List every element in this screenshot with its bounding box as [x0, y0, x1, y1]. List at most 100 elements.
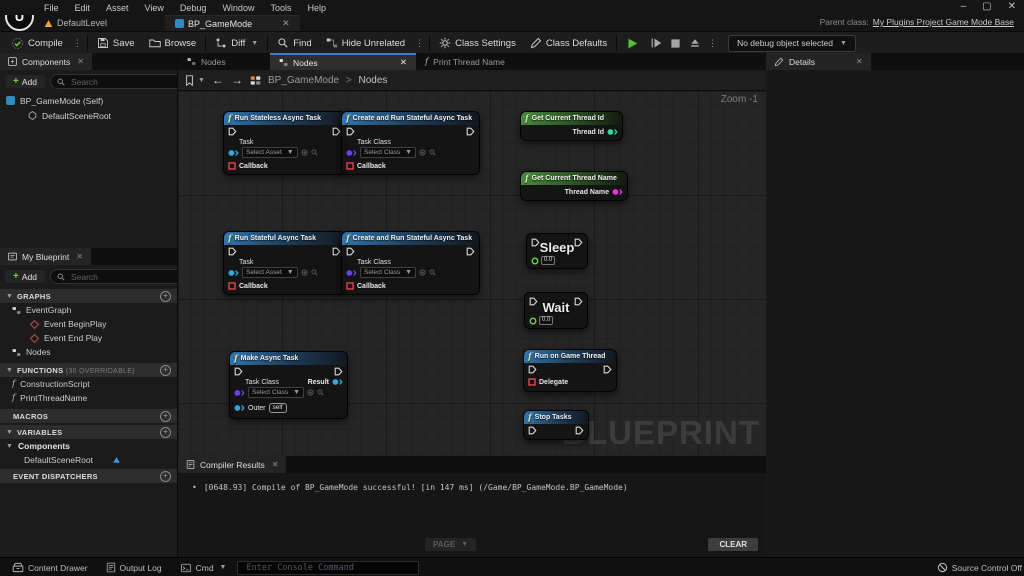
class-pin[interactable]	[346, 269, 357, 277]
object-pin[interactable]	[228, 149, 239, 157]
item-construction-script[interactable]: f ConstructionScript	[0, 377, 177, 391]
details-tab[interactable]: Details ✕	[766, 53, 871, 70]
graph-canvas[interactable]: Zoom -1 BLUEPRINT fRun Stateless Async T…	[178, 91, 766, 456]
compiler-message-row[interactable]: • [0648.93] Compile of BP_GameMode succe…	[192, 483, 628, 492]
doc-tab-nodes-2[interactable]: Nodes ✕	[270, 53, 416, 70]
frame-skip-button[interactable]	[646, 32, 666, 54]
float-pin[interactable]	[531, 257, 539, 265]
node-get-current-thread-name[interactable]: fGet Current Thread Name Thread Name	[520, 171, 628, 201]
diff-button[interactable]: Diff ▼	[208, 32, 265, 54]
components-tab[interactable]: Components ✕	[0, 53, 92, 70]
exec-in-pin[interactable]	[346, 127, 355, 136]
find-button[interactable]: Find	[270, 32, 318, 54]
hide-unrelated-options-icon[interactable]: ⋮	[412, 38, 427, 49]
use-selected-icon[interactable]	[307, 389, 314, 396]
exec-in-pin[interactable]	[228, 127, 237, 136]
outer-self-value[interactable]: self	[269, 403, 287, 413]
exec-in-pin[interactable]	[228, 247, 237, 256]
node-stop-tasks[interactable]: fStop Tasks	[523, 410, 589, 440]
source-control-button[interactable]: Source Control Off	[930, 558, 1024, 576]
add-event-dispatcher-icon[interactable]: +	[160, 471, 171, 482]
browse-asset-icon[interactable]	[311, 149, 318, 156]
console-command-input[interactable]	[244, 562, 412, 574]
exec-out-pin[interactable]	[603, 365, 612, 374]
select-class-dropdown[interactable]: Select Class▼	[360, 147, 416, 158]
add-component-button[interactable]: + Add	[5, 75, 45, 88]
functions-section-header[interactable]: ▼ FUNCTIONS (30 OVERRIDABLE) +	[0, 363, 177, 377]
node-wait[interactable]: Wait 0.0	[524, 292, 588, 329]
duration-value[interactable]: 0.0	[541, 256, 555, 265]
event-dispatchers-section-header[interactable]: EVENT DISPATCHERS +	[0, 469, 177, 483]
page-button[interactable]: PAGE ▼	[425, 538, 476, 551]
class-pin[interactable]	[346, 149, 357, 157]
forward-arrow-icon[interactable]: →	[231, 73, 243, 87]
class-pin[interactable]	[234, 389, 245, 397]
use-selected-icon[interactable]	[419, 149, 426, 156]
int-pin[interactable]	[607, 128, 618, 136]
exec-out-pin[interactable]	[332, 127, 341, 136]
duration-value[interactable]: 0.0	[539, 316, 553, 325]
components-search-input[interactable]	[69, 76, 184, 88]
exec-out-pin[interactable]	[332, 247, 341, 256]
exec-out-pin[interactable]	[574, 238, 583, 247]
menu-tools[interactable]: Tools	[270, 3, 291, 13]
cmd-button[interactable]: Cmd ▼	[173, 558, 234, 576]
tab-bp-gamemode[interactable]: BP_GameMode ✕	[165, 15, 300, 31]
doc-tab-print-thread-name[interactable]: f Print Thread Name	[416, 53, 514, 70]
graphs-section-header[interactable]: ▼ GRAPHS +	[0, 289, 177, 303]
object-pin[interactable]	[234, 404, 245, 412]
variables-section-header[interactable]: ▼ VARIABLES +	[0, 425, 177, 439]
tab-defaultlevel[interactable]: DefaultLevel	[34, 15, 117, 31]
menu-window[interactable]: Window	[222, 3, 254, 13]
my-blueprint-search-input[interactable]	[69, 271, 184, 283]
delegate-pin[interactable]	[228, 162, 236, 170]
my-blueprint-tab[interactable]: My Blueprint ✕	[0, 248, 91, 265]
close-icon[interactable]: ✕	[1008, 1, 1016, 12]
console-command-box[interactable]	[237, 561, 419, 575]
select-class-dropdown[interactable]: Select Class▼	[248, 387, 304, 398]
delegate-pin[interactable]	[346, 282, 354, 290]
exec-in-pin[interactable]	[531, 238, 540, 247]
menu-debug[interactable]: Debug	[180, 3, 207, 13]
close-icon[interactable]: ✕	[77, 57, 84, 66]
component-row-scene-root[interactable]: DefaultSceneRoot	[0, 108, 177, 123]
exec-out-pin[interactable]	[334, 367, 343, 376]
node-get-current-thread-id[interactable]: fGet Current Thread Id Thread Id	[520, 111, 623, 141]
debug-object-select[interactable]: No debug object selected ▼	[728, 35, 856, 52]
node-run-stateful-async-task[interactable]: fRun Stateful Async Task Task Select Ass…	[223, 231, 346, 295]
item-event-endplay[interactable]: Event End Play	[0, 331, 177, 345]
add-function-icon[interactable]: +	[160, 365, 171, 376]
close-icon[interactable]: ✕	[856, 57, 863, 66]
node-create-run-stateful-async-task-1[interactable]: fCreate and Run Stateful Async Task Task…	[341, 111, 480, 175]
add-variable-icon[interactable]: +	[160, 427, 171, 438]
component-row-root[interactable]: BP_GameMode (Self)	[0, 93, 177, 108]
compile-options-icon[interactable]: ⋮	[70, 38, 85, 49]
item-event-beginplay[interactable]: Event BeginPlay	[0, 317, 177, 331]
node-run-stateless-async-task[interactable]: fRun Stateless Async Task Task Select As…	[223, 111, 346, 175]
minimize-icon[interactable]: –	[961, 1, 967, 12]
compile-button[interactable]: Compile	[4, 32, 70, 54]
exec-in-pin[interactable]	[234, 367, 243, 376]
output-log-button[interactable]: Output Log	[99, 558, 169, 576]
exec-out-pin[interactable]	[466, 247, 475, 256]
variables-components-group[interactable]: ▼ Components	[0, 439, 177, 453]
parent-class-link[interactable]: My Plugins Project Game Mode Base	[873, 17, 1014, 27]
browse-asset-icon[interactable]	[429, 149, 436, 156]
node-sleep[interactable]: Sleep 0.0	[526, 233, 588, 269]
browse-button[interactable]: Browse	[142, 32, 204, 54]
menu-edit[interactable]: Edit	[75, 3, 91, 13]
menu-view[interactable]: View	[145, 3, 164, 13]
browse-asset-icon[interactable]	[311, 269, 318, 276]
item-nodes-graph[interactable]: Nodes	[0, 345, 177, 359]
add-macro-icon[interactable]: +	[160, 411, 171, 422]
exec-out-pin[interactable]	[466, 127, 475, 136]
macros-section-header[interactable]: MACROS +	[0, 409, 177, 423]
browse-asset-icon[interactable]	[429, 269, 436, 276]
eject-button[interactable]	[685, 32, 705, 54]
delegate-pin[interactable]	[528, 378, 536, 386]
compiler-results-tab[interactable]: Compiler Results ✕	[178, 456, 286, 473]
bookmark-button[interactable]: ▼	[185, 75, 205, 86]
stop-button[interactable]	[666, 32, 685, 54]
maximize-icon[interactable]: ▢	[982, 1, 991, 12]
close-icon[interactable]: ✕	[400, 57, 407, 68]
